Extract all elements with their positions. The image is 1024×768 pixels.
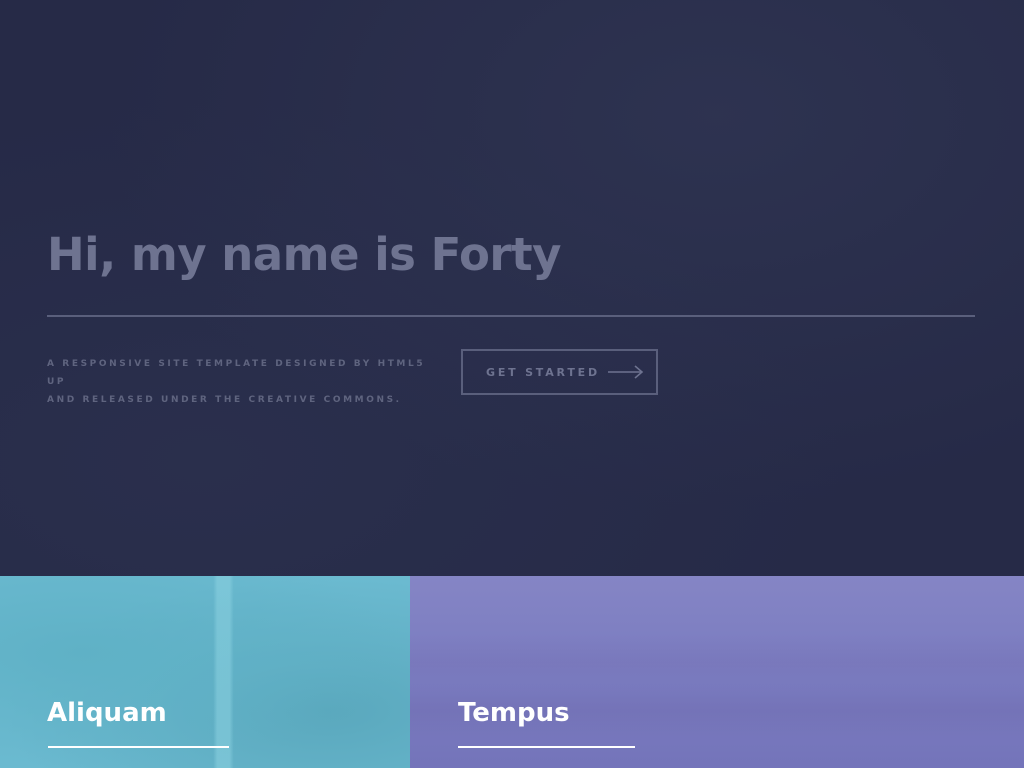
get-started-label: GET STARTED bbox=[486, 365, 600, 379]
arrow-right-icon bbox=[607, 365, 644, 379]
banner: Hi, my name is Forty A RESPONSIVE SITE T… bbox=[0, 0, 1024, 576]
banner-tagline: A RESPONSIVE SITE TEMPLATE DESIGNED BY H… bbox=[47, 355, 447, 409]
tile-title-aliquam[interactable]: Aliquam bbox=[47, 698, 167, 728]
get-started-button[interactable]: GET STARTED bbox=[461, 349, 658, 395]
banner-divider bbox=[47, 315, 975, 317]
tile-title-tempus[interactable]: Tempus bbox=[458, 698, 570, 728]
banner-title: Hi, my name is Forty bbox=[47, 228, 561, 281]
tile-underline bbox=[458, 746, 635, 748]
banner-tagline-line-1: A RESPONSIVE SITE TEMPLATE DESIGNED BY H… bbox=[47, 359, 426, 387]
banner-tagline-line-2: AND RELEASED UNDER THE CREATIVE COMMONS. bbox=[47, 395, 402, 405]
tile-underline bbox=[48, 746, 229, 748]
tile-tempus[interactable]: Tempus bbox=[410, 576, 1024, 768]
tile-aliquam[interactable]: Aliquam bbox=[0, 576, 410, 768]
